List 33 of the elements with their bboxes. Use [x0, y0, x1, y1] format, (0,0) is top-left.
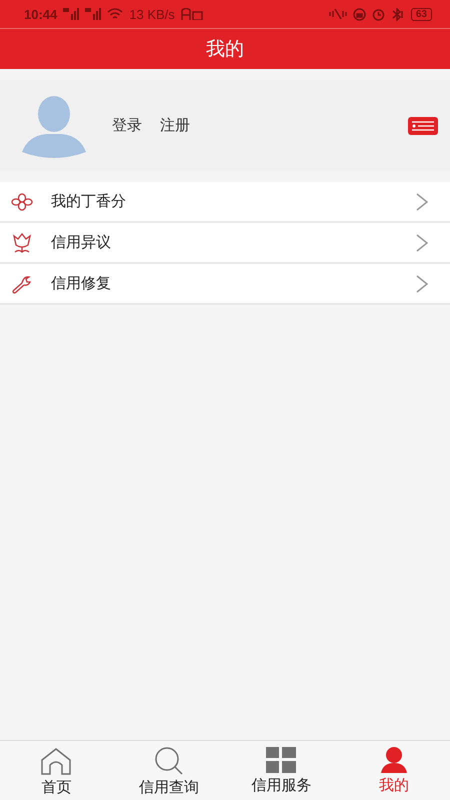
menu-item[interactable]: 信用异议	[0, 223, 450, 262]
menu-label: 信用异议	[51, 233, 112, 252]
tab[interactable]: 首页	[0, 747, 112, 800]
tulip-icon	[11, 232, 33, 252]
login-link[interactable]: 登录	[112, 116, 142, 135]
home-icon	[40, 747, 72, 775]
tab[interactable]: 我的	[338, 747, 450, 800]
page-title: 我的	[0, 28, 450, 69]
grid-icon	[266, 747, 296, 773]
bluetooth-icon	[390, 8, 405, 20]
wifi-icon	[107, 8, 124, 20]
signal-icon	[63, 8, 80, 20]
menu-item[interactable]: 我的丁香分	[0, 182, 450, 221]
tab[interactable]: 信用查询	[112, 747, 225, 800]
vibrate-icon	[328, 8, 347, 20]
search-icon	[152, 747, 185, 775]
wrench-icon	[11, 274, 33, 294]
menu-item[interactable]: 信用修复	[0, 264, 450, 303]
register-link[interactable]: 注册	[160, 116, 190, 135]
person-icon	[378, 747, 409, 773]
flower-icon	[11, 192, 33, 210]
tab[interactable]: 信用服务	[225, 747, 338, 800]
network-speed: 13 KB/s	[129, 6, 175, 22]
clock: 10:44	[24, 6, 58, 22]
chevron-icon	[416, 274, 428, 292]
battery-level: 63	[410, 8, 432, 20]
chevron-icon	[416, 192, 428, 210]
menu-label: 信用修复	[51, 274, 112, 293]
id-card-icon[interactable]	[408, 116, 438, 134]
signal-icon	[85, 8, 102, 20]
chevron-icon	[416, 234, 428, 252]
alarm-icon	[372, 8, 385, 20]
menu-label: 我的丁香分	[51, 192, 127, 211]
